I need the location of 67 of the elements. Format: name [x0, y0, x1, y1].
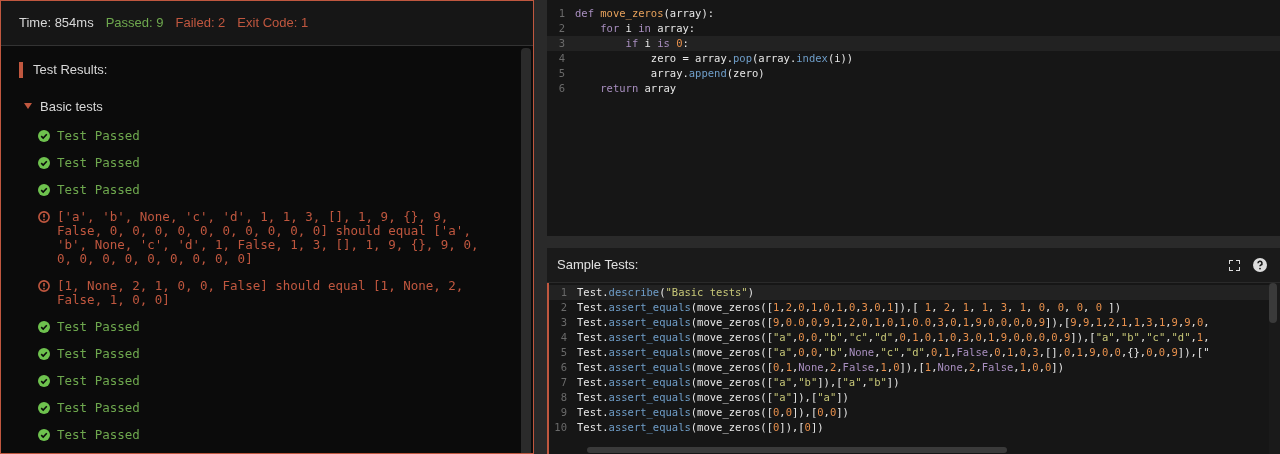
solution-editor[interactable]: 1 def move_zeros(array): 2 for i in array: 3 if i is 0: 4 zero = array.pop(array.index(i)) 5 array.append(zero) 6 return array — [547, 0, 1280, 236]
line-number: 5 — [557, 65, 566, 81]
pass-message: Test Passed — [57, 156, 140, 170]
passed-count: Passed: 9 — [105, 14, 164, 33]
check-circle-icon — [38, 157, 50, 169]
panel-title: Sample Tests: — [557, 256, 640, 275]
check-circle-icon — [38, 348, 50, 360]
line-number: 8 — [559, 389, 568, 405]
line-number: 3 — [557, 35, 566, 51]
line-number: 10 — [553, 419, 568, 435]
line-number: 7 — [559, 374, 568, 390]
check-circle-icon — [38, 375, 50, 387]
check-circle-icon — [38, 429, 50, 441]
pass-message: Test Passed — [57, 347, 140, 361]
line-number: 1 — [559, 284, 568, 300]
failure-message: ['a', 'b', None, 'c', 'd', 1, 1, 3, [], 1, 9, {}, 9, False, 0, 0, 0, 0, 0, 0, 0, 0, 0, 0] should equal ['a', 'b', None, 'c', 'd', 1, False, 1, 3, [], 1, 9, {}, 9, 0, 0, 0, 0, 0, 0, 0, 0, 0, 0] — [57, 210, 480, 266]
line-number: 4 — [559, 329, 568, 345]
code-line: Test.assert_equals(move_zeros(["a"]),["a"]) — [577, 389, 849, 406]
pass-message: Test Passed — [57, 129, 140, 143]
code-line: Test.assert_equals(move_zeros(["a",0,0,"b","c","d",0,1,0,1,0,3,0,1,9,0,0,0,0,9]),["a","b","c","d",1, — [577, 329, 1210, 346]
help-icon[interactable] — [1253, 258, 1267, 272]
code-line: Test.assert_equals(move_zeros([0,1,None,2,False,1,0]),[1,None,2,False,1,0,0]) — [577, 359, 1064, 376]
vertical-scrollbar[interactable] — [1269, 283, 1277, 323]
line-number: 1 — [557, 5, 566, 21]
code-line: array.append(zero) — [649, 65, 765, 81]
failure-message: [1, None, 2, 1, 0, 0, False] should equal [1, None, 2, False, 1, 0, 0] — [57, 279, 465, 307]
code-line: Test.assert_equals(move_zeros(["a",0,0,"b",None,"c","d",0,1,False,0,1,0,3,[],0,1,9,0,0,{},0,0,9]),[" — [577, 344, 1210, 361]
code-line: Test.assert_equals(move_zeros([1,2,0,1,0,1,0,3,0,1]),[ 1, 2, 1, 1, 3, 1, 0, 0, 0, 0 ]) — [577, 299, 1121, 316]
check-circle-icon — [38, 402, 50, 414]
run-time: Time: 854ms — [19, 14, 94, 33]
code-line: return array — [599, 80, 677, 96]
code-line: Test.assert_equals(move_zeros([9,0.0,0,9,1,2,0,1,0,1,0.0,3,0,1,9,0,0,0,0,9]),[9,9,1,2,1,1,3,1,9,9,0, — [577, 314, 1210, 331]
line-number: 2 — [557, 20, 566, 36]
code-line: zero = array.pop(array.index(i)) — [649, 50, 854, 66]
code-line: Test.assert_equals(move_zeros(["a","b"]),["a","b"]) — [577, 374, 900, 391]
code-line: if i is 0: — [624, 35, 689, 51]
code-line: Test.assert_equals(move_zeros([0,0]),[0,0]) — [577, 404, 849, 421]
pass-message: Test Passed — [57, 183, 140, 197]
line-number: 5 — [559, 344, 568, 360]
code-line: Test.describe("Basic tests") — [577, 284, 755, 300]
fullscreen-icon[interactable] — [1229, 259, 1240, 271]
accent-bar — [19, 61, 23, 78]
line-number: 4 — [557, 50, 566, 66]
line-number: 9 — [559, 404, 568, 420]
pass-message: Test Passed — [57, 401, 140, 415]
line-number: 3 — [559, 314, 568, 330]
horizontal-scrollbar[interactable] — [587, 447, 1007, 453]
group-label[interactable]: Basic tests — [40, 96, 103, 116]
line-number: 6 — [557, 80, 566, 96]
code-line: Test.assert_equals(move_zeros([0]),[0]) — [577, 419, 824, 436]
caret-icon[interactable] — [24, 103, 32, 110]
alert-circle-icon — [38, 211, 50, 223]
alert-circle-icon — [38, 280, 50, 292]
failed-count: Failed: 2 — [175, 14, 226, 33]
pass-message: Test Passed — [57, 320, 140, 334]
check-circle-icon — [38, 184, 50, 196]
code-line: def move_zeros(array): — [575, 5, 715, 22]
line-number: 6 — [559, 359, 568, 375]
scrollbar[interactable] — [521, 48, 531, 453]
exit-code: Exit Code: 1 — [237, 14, 309, 33]
results-title: Test Results: — [33, 61, 108, 79]
pass-message: Test Passed — [57, 428, 140, 442]
pass-message: Test Passed — [57, 374, 140, 388]
code-line: for i in array: — [599, 20, 696, 36]
check-circle-icon — [38, 321, 50, 333]
line-number: 2 — [559, 299, 568, 315]
check-circle-icon — [38, 130, 50, 142]
